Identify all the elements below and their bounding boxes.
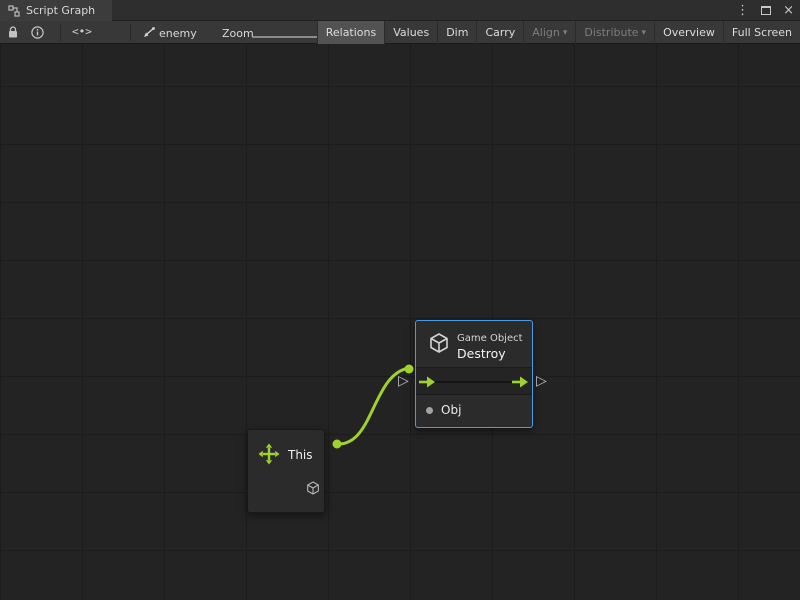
window-titlebar: Script Graph ⋮ × <box>0 0 800 21</box>
flow-output-port-icon[interactable]: ▷ <box>536 374 547 388</box>
maximize-icon[interactable] <box>761 6 771 15</box>
flow-input-port-icon[interactable]: ▷ <box>398 374 409 388</box>
window-controls: ⋮ × <box>736 0 794 21</box>
dim-button[interactable]: Dim <box>437 21 476 44</box>
node-title: Destroy <box>457 346 506 361</box>
cube-icon <box>427 331 451 355</box>
info-icon[interactable] <box>31 26 44 39</box>
graph-canvas[interactable]: This Game Object Destroy Obj <box>0 44 800 600</box>
flow-relation-row <box>416 367 532 395</box>
fullscreen-button[interactable]: Full Screen <box>723 21 800 44</box>
self-output-port[interactable] <box>324 482 334 494</box>
relation-line <box>433 381 515 383</box>
graph-toolbar: <•> enemy Zoom 1x Relations Values Dim C… <box>0 21 800 44</box>
lock-icon[interactable] <box>7 26 19 39</box>
flow-out-arrow-icon[interactable] <box>512 376 529 388</box>
cube-icon <box>305 480 321 496</box>
graph-window-icon <box>8 5 20 17</box>
distribute-dropdown[interactable]: Distribute ▾ <box>575 21 654 44</box>
obj-input-port[interactable] <box>426 407 433 414</box>
flow-in-arrow-icon[interactable] <box>419 376 436 388</box>
values-button[interactable]: Values <box>384 21 437 44</box>
code-view-icon[interactable]: <•> <box>72 25 92 38</box>
node-category: Game Object <box>457 333 523 344</box>
carry-button[interactable]: Carry <box>476 21 523 44</box>
chevron-down-icon: ▾ <box>642 28 647 38</box>
chevron-down-icon: ▾ <box>563 28 568 38</box>
graph-object-icon <box>143 27 155 38</box>
move-icon <box>257 442 281 466</box>
tab-script-graph[interactable]: Script Graph <box>0 0 112 21</box>
node-destroy[interactable]: Game Object Destroy Obj <box>415 320 533 428</box>
toolbar-button-group: Relations Values Dim Carry Align ▾ Distr… <box>317 21 800 44</box>
obj-input-row: Obj <box>416 395 532 427</box>
tab-title: Script Graph <box>26 4 95 17</box>
zoom-label: Zoom <box>222 27 254 40</box>
toolbar-separator <box>60 24 61 41</box>
window-menu-icon[interactable]: ⋮ <box>736 4 749 17</box>
graph-name-label: enemy <box>159 27 197 40</box>
relations-button[interactable]: Relations <box>317 21 385 44</box>
node-title: This <box>288 448 313 462</box>
toolbar-separator <box>130 24 131 41</box>
overview-button[interactable]: Overview <box>654 21 723 44</box>
obj-input-label: Obj <box>441 403 461 417</box>
node-this[interactable]: This <box>247 429 325 513</box>
close-icon[interactable]: × <box>783 4 794 17</box>
align-dropdown[interactable]: Align ▾ <box>523 21 575 44</box>
